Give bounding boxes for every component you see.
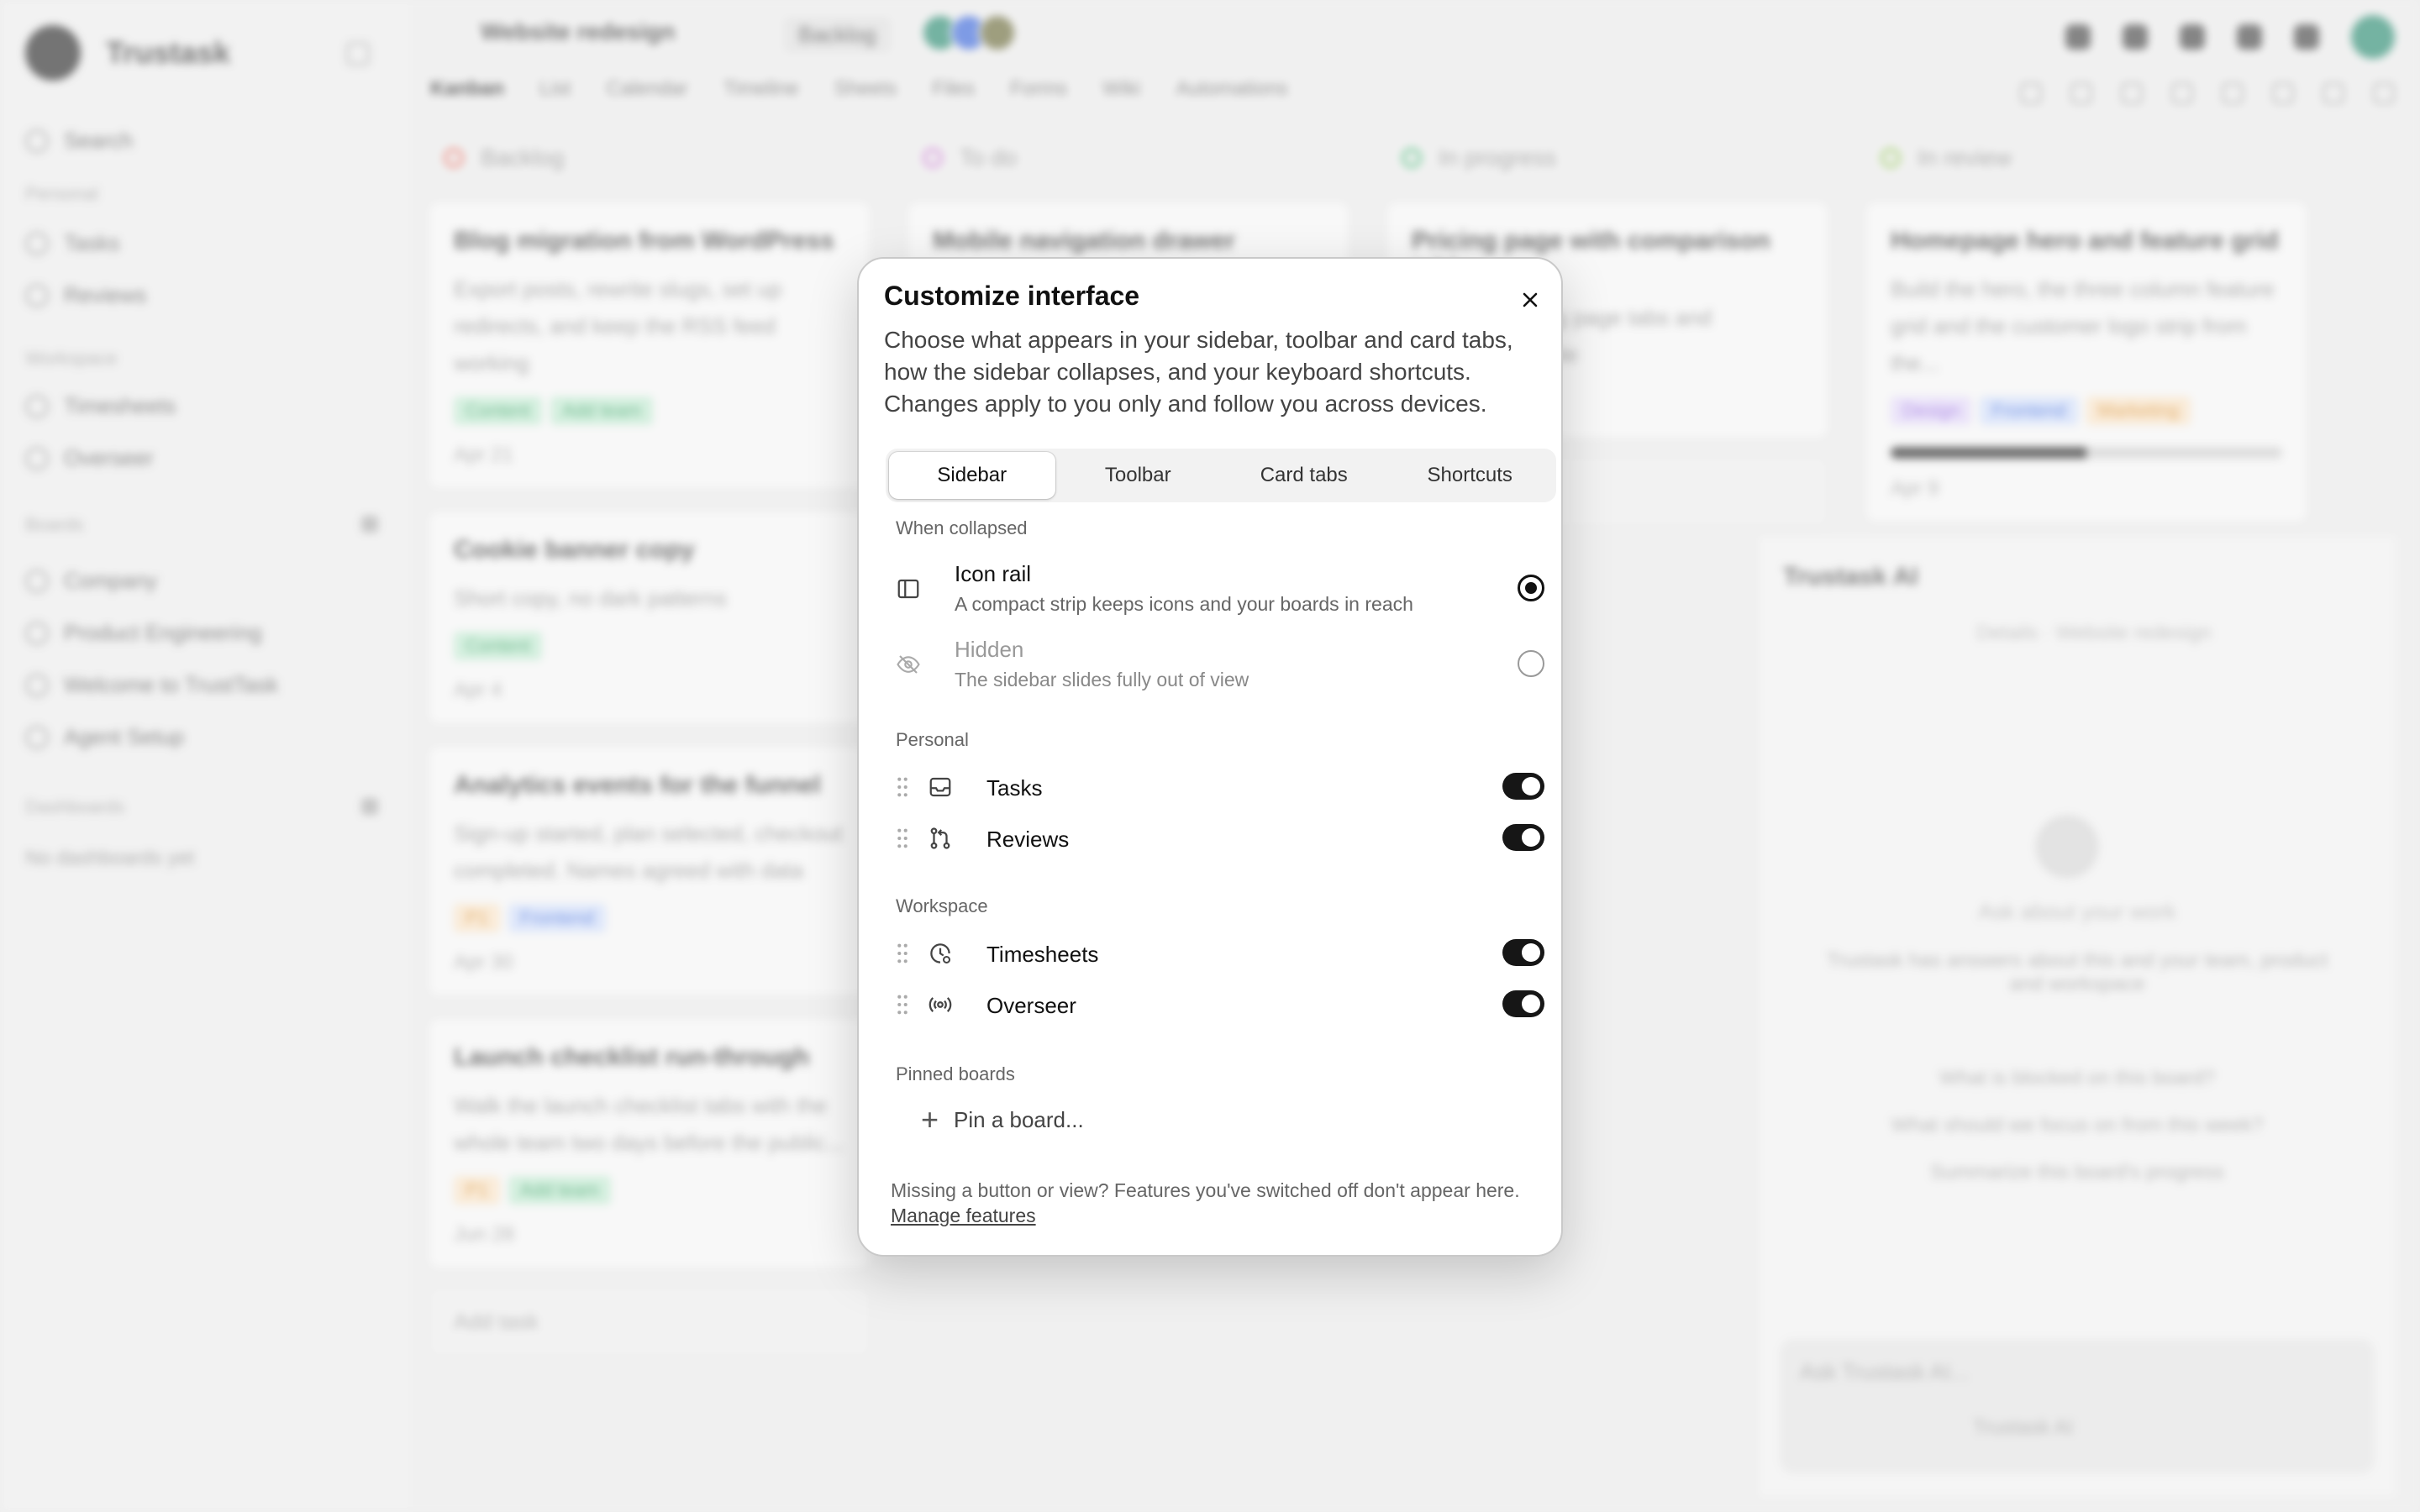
collapse-option-hidden[interactable]: Hidden The sidebar slides fully out of v… [896, 633, 1551, 701]
section-label-when-collapsed: When collapsed [896, 517, 1028, 538]
pin-board-button[interactable]: + Pin a board... [921, 1099, 1084, 1141]
item-label: Timesheets [986, 942, 1099, 967]
inbox-icon [929, 777, 951, 797]
manage-features-link[interactable]: Manage features [891, 1205, 1036, 1226]
dialog-footnote: Missing a button or view? Features you'v… [891, 1178, 1546, 1228]
sidebar-item-tasks-setting: Tasks [896, 766, 1551, 813]
tab-toolbar[interactable]: Toolbar [1055, 452, 1222, 499]
item-label: Tasks [986, 775, 1043, 801]
footnote-text: Missing a button or view? Features you'v… [891, 1179, 1520, 1201]
item-label: Overseer [986, 993, 1076, 1018]
pull-request-icon [930, 827, 950, 849]
dialog-description: Choose what appears in your sidebar, too… [884, 327, 1513, 417]
drag-handle-icon[interactable] [896, 776, 909, 798]
section-label-pinned-boards: Pinned boards [896, 1063, 1015, 1084]
dialog-title: Customize interface [884, 281, 1140, 311]
close-button[interactable] [1514, 284, 1546, 316]
clock-icon [930, 943, 950, 963]
customize-interface-dialog: Customize interface Choose what appears … [857, 257, 1563, 1257]
drag-handle-icon[interactable] [896, 942, 909, 964]
drag-handle-icon[interactable] [896, 827, 909, 849]
timesheets-toggle[interactable] [1502, 939, 1544, 966]
sidebar-panel-icon [897, 579, 919, 599]
sidebar-item-timesheets-setting: Timesheets [896, 932, 1551, 979]
broadcast-icon [929, 997, 952, 1012]
sidebar-item-overseer-setting: Overseer [896, 984, 1551, 1031]
option-title: Icon rail [955, 561, 1032, 586]
close-icon [1523, 292, 1538, 307]
collapse-option-icon-rail[interactable]: Icon rail A compact strip keeps icons an… [896, 558, 1551, 625]
tab-shortcuts[interactable]: Shortcuts [1387, 452, 1554, 499]
pin-board-label: Pin a board... [954, 1106, 1084, 1132]
drag-handle-icon[interactable] [896, 994, 909, 1016]
item-label: Reviews [986, 827, 1070, 852]
option-description: The sidebar slides fully out of view [955, 669, 1249, 690]
option-description: A compact strip keeps icons and your boa… [955, 593, 1413, 615]
settings-tabs: Sidebar Toolbar Card tabs Shortcuts [886, 449, 1556, 502]
tasks-toggle[interactable] [1502, 773, 1544, 800]
icon-rail-radio[interactable] [1518, 575, 1544, 601]
section-label-workspace: Workspace [896, 895, 988, 916]
sidebar-item-reviews-setting: Reviews [896, 817, 1551, 864]
section-label-personal: Personal [896, 729, 969, 750]
tab-card-tabs[interactable]: Card tabs [1221, 452, 1387, 499]
eye-off-icon [897, 655, 920, 674]
option-title: Hidden [955, 637, 1024, 662]
overseer-toggle[interactable] [1502, 990, 1544, 1017]
tab-sidebar[interactable]: Sidebar [889, 452, 1055, 499]
reviews-toggle[interactable] [1502, 824, 1544, 851]
hidden-radio[interactable] [1518, 650, 1544, 677]
plus-icon: + [921, 1102, 939, 1137]
